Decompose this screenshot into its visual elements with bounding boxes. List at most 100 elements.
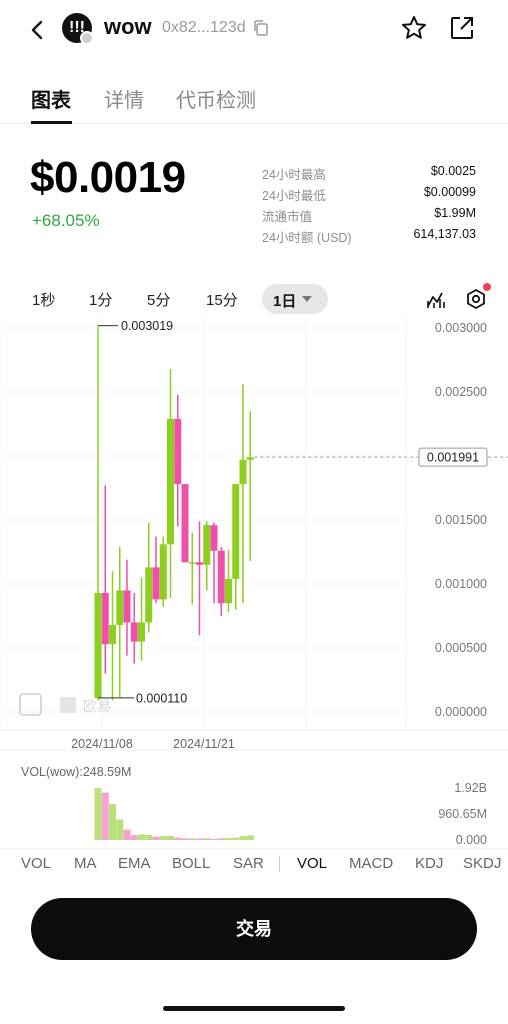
candle-body [138,622,145,642]
volume-bar [188,838,196,840]
candle-body [188,562,196,564]
indicator-macd[interactable]: MACD [349,855,393,872]
candle-body [181,484,189,563]
stat-value-24h-low: $0.00099 [423,185,476,199]
interval-1m[interactable]: 1分 [89,289,112,310]
volume-bar [239,835,247,840]
date-x-axis: 2024/11/08 2024/11/21 [71,737,235,751]
volume-bar [196,838,203,840]
volume-tick-label: 1.92B [454,781,487,795]
candlestick-series [94,325,254,701]
indicator-kdj[interactable]: KDJ [415,855,443,872]
volume-bar [152,836,160,840]
volume-bar [138,834,145,840]
candle-body [109,624,116,645]
candle-body [94,592,102,698]
volume-bar [101,792,109,840]
candle-body [239,459,247,485]
star-outline-icon[interactable] [400,14,428,42]
tab-token-check[interactable]: 代币检测 [176,84,256,113]
volume-bar [232,837,240,840]
indicator-ma[interactable]: MA [74,855,97,872]
candle-body [196,562,203,565]
share-icon[interactable] [448,14,476,42]
indicator-chart-icon[interactable] [426,289,446,309]
x-tick-label: 2024/11/21 [173,737,235,751]
notification-dot [483,283,491,291]
volume-tick-label: 960.65M [438,807,487,821]
current-price-label: 0.001991 [427,451,479,465]
volume-bar [116,819,124,840]
candle-body [130,622,138,642]
volume-bar [174,837,182,840]
chain-badge-icon [80,31,94,45]
volume-bar [94,788,102,840]
volume-bar [167,835,174,840]
candle-body [174,418,182,485]
caret-down-icon [302,296,312,302]
candle-body [101,592,109,645]
price-chart[interactable]: 0.0030000.0025000.0020000.0015000.001000… [0,318,508,848]
home-indicator [163,1006,345,1011]
token-address: 0x82...123d [162,19,246,36]
stat-label-24h-volume: 24小时额 (USD) [262,231,352,245]
interval-5m[interactable]: 5分 [147,289,170,310]
interval-selected-label: 1日 [273,293,297,310]
y-tick-label: 0.000000 [435,705,487,719]
volume-bar [181,838,189,840]
watermark-text: 欧易 [83,698,111,714]
volume-bar [210,838,218,840]
settings-hexagon-icon[interactable] [465,288,487,310]
tab-details[interactable]: 详情 [104,84,144,113]
tab-chart[interactable]: 图表 [31,84,71,113]
token-header: !!! wow 0x82...123d [0,0,508,58]
x-tick-label: 2024/11/08 [71,737,133,751]
volume-bar [130,835,138,840]
candle-body [116,590,124,625]
trade-button[interactable]: 交易 [31,898,477,960]
candle-body [232,484,240,579]
candle-body [246,457,254,460]
high-marker-label: 0.003019 [121,319,173,333]
volume-bar [217,838,225,840]
stat-label-24h-high: 24小时最高 [262,168,326,182]
stat-label-24h-low: 24小时最低 [262,189,326,203]
okx-logo-icon [60,697,76,713]
candle-body [167,418,174,545]
token-name: wow [104,14,152,39]
candle-body [123,590,131,623]
volume-bar [123,829,131,840]
indicator-skdj[interactable]: SKDJ [463,855,501,872]
interval-1s[interactable]: 1秒 [32,289,55,310]
volume-chart: VOL(wow):248.59M 1.92B 960.65M 0.000 [21,765,487,847]
current-price: $0.0019 [30,153,186,202]
candle-body [210,525,218,551]
volume-bar [145,834,153,840]
y-tick-label: 0.003000 [435,321,487,335]
volume-bar [159,836,167,840]
indicator-bar: VOL MA EMA BOLL SAR VOL MACD KDJ SKDJ [0,848,508,878]
stat-value-24h-volume: 614,137.03 [413,227,476,241]
indicator-divider [279,856,280,872]
price-change: +68.05% [32,211,100,230]
indicator-ema[interactable]: EMA [118,855,151,872]
indicator-vol-sub[interactable]: VOL [297,855,327,872]
copy-icon[interactable] [252,19,270,37]
tab-bar: 图表 详情 代币检测 [0,76,508,124]
volume-title: VOL(wow):248.59M [21,765,131,779]
y-tick-label: 0.001500 [435,513,487,527]
candle-body [203,525,211,565]
volume-bar [109,803,116,840]
chevron-left-icon[interactable] [26,16,50,44]
y-tick-label: 0.001000 [435,577,487,591]
indicator-boll[interactable]: BOLL [172,855,210,872]
candle-body [159,544,167,600]
stat-value-market-cap: $1.99M [434,206,476,220]
volume-tick-label: 0.000 [456,833,487,847]
chart-grid [0,318,508,751]
interval-15m[interactable]: 15分 [206,289,238,310]
stat-value-24h-high: $0.0025 [430,164,476,178]
indicator-sar[interactable]: SAR [233,855,264,872]
indicator-vol-main[interactable]: VOL [21,855,51,872]
candle-body [152,567,160,600]
